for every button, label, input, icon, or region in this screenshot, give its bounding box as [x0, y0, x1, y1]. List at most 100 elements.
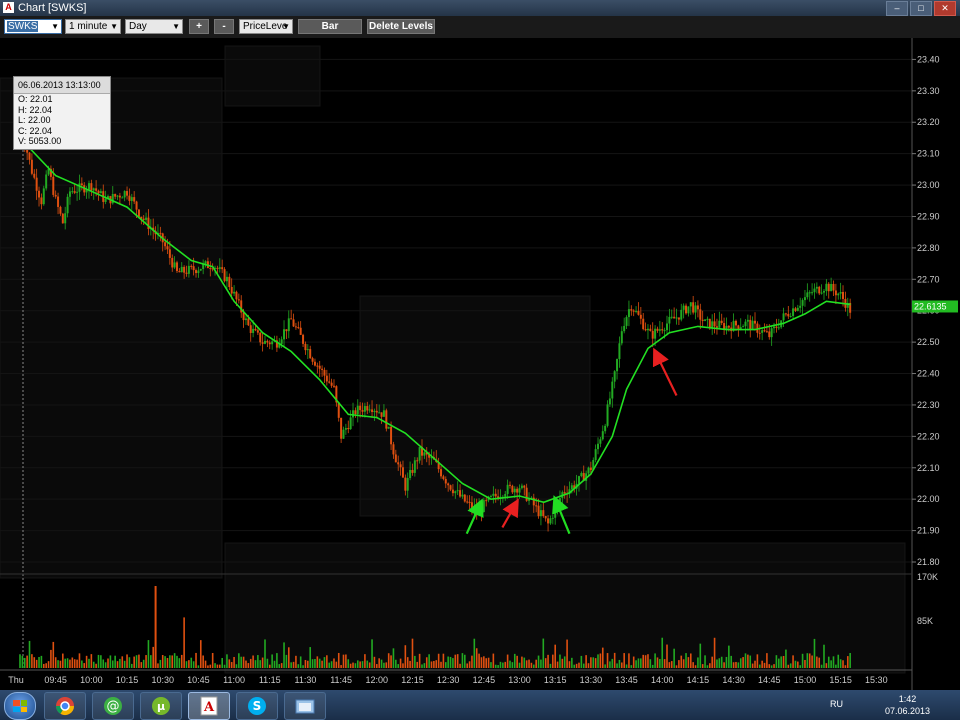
candle-body [813, 288, 816, 293]
volume-bar [440, 661, 442, 668]
taskbar-skype[interactable]: S [236, 692, 278, 720]
candle-body [715, 326, 718, 328]
time-tick-label: 14:15 [687, 675, 710, 685]
volume-bar [585, 655, 587, 668]
candle-body [416, 460, 419, 462]
candle-body [230, 286, 233, 294]
candle-body [451, 489, 454, 494]
time-tick-label: 13:00 [508, 675, 531, 685]
volume-bar [542, 638, 545, 668]
volume-bar [640, 658, 642, 668]
candle-body [294, 326, 297, 328]
volume-bar [190, 657, 193, 668]
candle-body [87, 183, 90, 190]
volume-bar [735, 661, 737, 668]
price-tick-label: 22.20 [917, 431, 940, 441]
candle-body [654, 328, 657, 339]
candle-body [123, 191, 126, 198]
candle-body [796, 307, 799, 311]
volume-bar [40, 655, 43, 668]
volume-bar [613, 652, 616, 668]
volume-bar [492, 653, 495, 668]
candle-body [642, 318, 645, 330]
candle-body [199, 268, 202, 271]
candle-body [183, 266, 186, 273]
candle-body [297, 327, 300, 329]
candle-body [252, 328, 255, 333]
volume-bar [259, 660, 262, 668]
volume-bar [245, 660, 247, 668]
volume-bar [682, 659, 685, 668]
price-tick-label: 22.10 [917, 463, 940, 473]
bar-button[interactable]: Bar [298, 19, 362, 34]
candle-body [30, 159, 33, 174]
candle-body [651, 330, 654, 339]
taskbar-explorer[interactable] [284, 692, 326, 720]
volume-bar [506, 654, 509, 668]
clock[interactable]: 1:42 07.06.2013 [885, 693, 930, 717]
candle-body [99, 191, 102, 194]
delete-levels-button[interactable]: Delete Levels [367, 19, 435, 34]
start-button[interactable] [4, 692, 36, 720]
symbol-input[interactable]: SWKS ▼ [4, 19, 62, 34]
volume-bar [202, 655, 204, 668]
candle-body [397, 462, 400, 465]
candle-body [121, 197, 124, 199]
volume-bar [478, 653, 480, 668]
taskbar-chrome[interactable] [44, 692, 86, 720]
volume-bar [456, 654, 459, 668]
volume-bar [773, 664, 775, 668]
candle-body [171, 257, 174, 268]
taskbar-utorrent[interactable]: µ [140, 692, 182, 720]
candle-body [551, 517, 554, 519]
volume-bar [171, 655, 174, 668]
volume-bar [730, 655, 733, 668]
volume-bar [637, 658, 640, 668]
candle-body [789, 315, 792, 317]
volume-bar [380, 659, 383, 668]
maximize-button[interactable]: □ [910, 1, 932, 16]
candle-body [309, 349, 312, 359]
taskbar-trading-app[interactable]: A [188, 692, 230, 720]
candle-body [392, 444, 395, 455]
candle-body [302, 334, 305, 344]
taskbar-icq[interactable]: @ [92, 692, 134, 720]
zoom-out-button[interactable]: - [214, 19, 234, 34]
candle-body [720, 320, 723, 324]
volume-bar [787, 664, 790, 668]
candle-body [737, 325, 740, 330]
range-select[interactable]: Day ▼ [125, 19, 183, 34]
price-chart[interactable]: 23.40 23.30 23.20 23.10 23.00 22.90 22.80 22.70… [0, 38, 960, 690]
candle-body [135, 201, 138, 210]
time-tick-label: 13:30 [580, 675, 603, 685]
candle-body [799, 305, 802, 308]
candle-body [520, 485, 523, 489]
volume-bar [295, 655, 297, 668]
volume-bar [742, 657, 744, 668]
candle-body [827, 283, 830, 292]
volume-bar [154, 586, 157, 668]
candle-body [613, 371, 616, 382]
level-type-select[interactable]: PriceLeve ▼ [239, 19, 293, 34]
volume-bar [268, 664, 271, 668]
minimize-button[interactable]: – [886, 1, 908, 16]
volume-bar [345, 654, 347, 668]
volume-bar [630, 665, 633, 668]
volume-bar [54, 657, 57, 668]
volume-bar [823, 644, 825, 668]
candle-body [195, 270, 198, 274]
volume-bar [468, 661, 471, 668]
volume-bar [480, 657, 483, 668]
volume-bar [102, 659, 105, 668]
volume-tick-label: 85K [917, 616, 933, 626]
candle-body [706, 318, 709, 320]
language-indicator[interactable]: RU [830, 699, 843, 709]
candle-body [670, 316, 673, 318]
candle-body [97, 190, 100, 194]
zoom-in-button[interactable]: + [189, 19, 209, 34]
close-button[interactable]: ✕ [934, 1, 956, 16]
interval-select[interactable]: 1 minute ▼ [65, 19, 121, 34]
volume-bar [680, 655, 683, 668]
volume-bar [685, 653, 687, 668]
volume-bar [670, 661, 673, 668]
